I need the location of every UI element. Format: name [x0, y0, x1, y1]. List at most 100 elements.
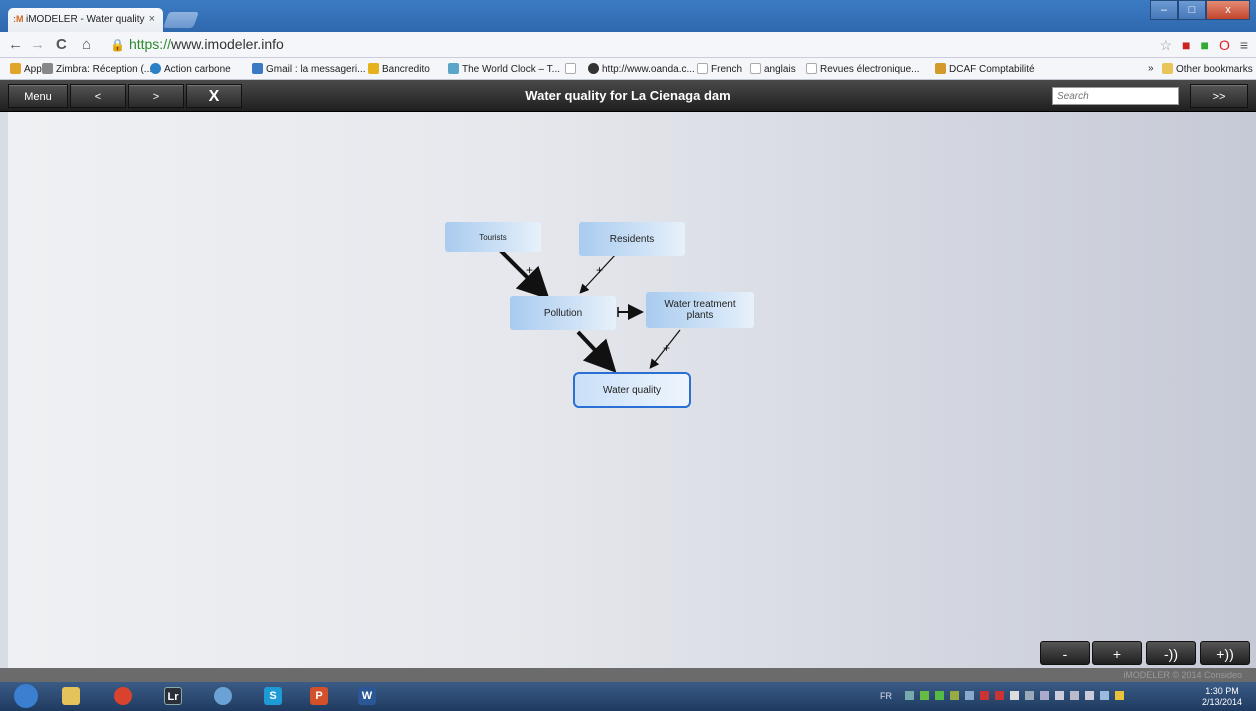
zoom-out-icon: - [1062, 646, 1068, 662]
edge-sign-treatment: + [663, 341, 670, 355]
home-icon[interactable]: ⌂ [82, 36, 91, 53]
tray-icon[interactable] [965, 691, 974, 700]
page-icon [806, 63, 817, 74]
chrome-icon [114, 687, 132, 705]
expand-level-button[interactable]: +)) [1200, 641, 1250, 665]
node-water-quality[interactable]: Water quality [573, 372, 691, 408]
window-controls: – □ x [1150, 0, 1250, 20]
tray-icon[interactable] [950, 691, 959, 700]
language-indicator[interactable]: FR [880, 691, 892, 701]
search-go-button[interactable]: >> [1190, 84, 1248, 108]
edge-sign-tourists: + [526, 263, 533, 277]
volume-icon[interactable] [1085, 691, 1094, 700]
next-button[interactable]: > [128, 84, 184, 108]
zimbra-icon [42, 63, 53, 74]
close-window-button[interactable]: x [1206, 0, 1250, 20]
model-canvas[interactable]: + + – + Tourists Residents Pollution Wat… [8, 112, 1256, 668]
lock-icon: 🔒 [110, 38, 125, 52]
minimize-button[interactable]: – [1150, 0, 1178, 20]
extension-red-icon[interactable]: ■ [1182, 37, 1190, 54]
tray-icon[interactable] [1070, 691, 1079, 700]
skype-icon: S [264, 687, 282, 705]
taskbar-word[interactable]: W [352, 684, 382, 708]
node-pollution[interactable]: Pollution [510, 296, 616, 330]
copyright-text: iMODELER © 2014 Consideo [1123, 670, 1242, 680]
edge-sign-pollution-quality: – [593, 343, 601, 359]
bookmark-star-icon[interactable]: ☆ [1159, 37, 1172, 54]
network-icon[interactable] [1055, 691, 1064, 700]
fullscreen-button[interactable]: X [186, 84, 242, 108]
menu-button[interactable]: Menu [8, 84, 68, 108]
search-input[interactable] [1052, 87, 1179, 105]
other-bookmarks-folder[interactable]: Other bookmarks [1162, 63, 1253, 75]
world-clock-icon [448, 63, 459, 74]
apps-icon [10, 63, 21, 74]
browser-tab-imodeler[interactable]: :M iMODELER - Water quality × [8, 8, 163, 32]
tray-icon[interactable] [995, 691, 1004, 700]
taskbar-lightroom[interactable]: Lr [158, 684, 188, 708]
taskbar-clock[interactable]: 1:30 PM 2/13/2014 [1202, 686, 1242, 708]
bookmark-item[interactable]: Zimbra: Réception (... [42, 63, 152, 75]
bookmark-item[interactable]: DCAF Comptabilité [935, 63, 1035, 75]
tray-icon[interactable] [1040, 691, 1049, 700]
extension-icons: ☆ ■ ■ O ≡ [1159, 37, 1248, 54]
start-button[interactable] [8, 684, 44, 708]
forward-arrow-icon[interactable]: → [30, 36, 45, 53]
tray-icon[interactable] [905, 691, 914, 700]
opera-extension-icon[interactable]: O [1219, 37, 1230, 54]
oanda-icon [588, 63, 599, 74]
tab-close-icon[interactable]: × [149, 13, 155, 25]
node-residents[interactable]: Residents [579, 222, 685, 256]
address-bar[interactable]: 🔒 https://www.imodeler.info [110, 36, 284, 52]
bookmarks-overflow-button[interactable]: » [1148, 63, 1154, 74]
previous-button[interactable]: < [70, 84, 126, 108]
bookmark-item[interactable]: Gmail : la messageri... [252, 63, 365, 75]
bookmark-item[interactable]: French [697, 63, 742, 75]
taskbar-explorer[interactable] [56, 684, 86, 708]
bookmark-item[interactable]: Bancredito [368, 63, 430, 75]
extension-green-icon[interactable]: ■ [1200, 37, 1208, 54]
flag-icon[interactable] [1010, 691, 1019, 700]
chrome-menu-icon[interactable]: ≡ [1240, 37, 1248, 54]
bookmarks-bar: Apps Zimbra: Réception (... Action carbo… [0, 58, 1256, 80]
tray-icon[interactable] [1025, 691, 1034, 700]
dcaf-icon [935, 63, 946, 74]
new-tab-button[interactable] [163, 12, 199, 28]
taskbar-app[interactable] [208, 684, 238, 708]
page-icon [565, 63, 576, 74]
back-arrow-icon[interactable]: ← [8, 36, 23, 53]
bookmark-item[interactable]: The World Clock – T... [448, 63, 560, 75]
tray-icon[interactable] [980, 691, 989, 700]
page-icon [697, 63, 708, 74]
node-tourists[interactable]: Tourists [445, 222, 541, 252]
collapse-level-button[interactable]: -)) [1146, 641, 1196, 665]
bookmark-item[interactable]: http://www.oanda.c... [588, 63, 695, 75]
zoom-out-button[interactable]: - [1040, 641, 1090, 665]
zoom-in-icon: + [1112, 646, 1122, 662]
reload-icon[interactable]: C [56, 36, 67, 53]
gmail-icon [252, 63, 263, 74]
windows-logo-icon [14, 684, 38, 708]
bookmark-item[interactable] [565, 63, 579, 75]
bookmark-item[interactable]: Revues électronique... [806, 63, 920, 75]
taskbar-chrome[interactable] [108, 684, 138, 708]
tray-icon[interactable] [935, 691, 944, 700]
shield-icon[interactable] [1115, 691, 1124, 700]
clock-time: 1:30 PM [1205, 686, 1239, 696]
url-host: www.imodeler.info [170, 36, 284, 52]
node-water-treatment-plants[interactable]: Water treatment plants [646, 292, 754, 328]
maximize-button[interactable]: □ [1178, 0, 1206, 20]
zoom-in-button[interactable]: + [1092, 641, 1142, 665]
tab-title: iMODELER - Water quality [26, 14, 145, 25]
bookmark-item[interactable]: Action carbone [150, 63, 231, 75]
bookmark-item[interactable]: anglais [750, 63, 796, 75]
taskbar-powerpoint[interactable]: P [304, 684, 334, 708]
imodeler-favicon-icon: :M [13, 14, 24, 24]
app-footer: iMODELER © 2014 Consideo [0, 668, 1256, 682]
taskbar-skype[interactable]: S [258, 684, 288, 708]
powerpoint-icon: P [310, 687, 328, 705]
bluetooth-icon[interactable] [1100, 691, 1109, 700]
edge-sign-residents: + [596, 263, 603, 277]
folder-icon [62, 687, 80, 705]
tray-icon[interactable] [920, 691, 929, 700]
